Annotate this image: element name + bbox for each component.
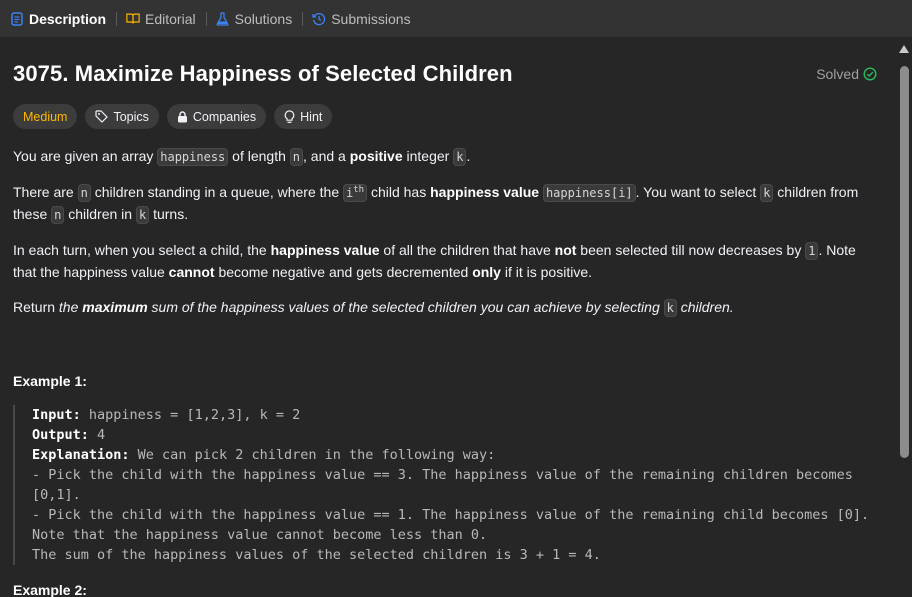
topics-button[interactable]: Topics [85, 104, 159, 129]
text: In each turn, when you select a child, t… [13, 242, 271, 258]
input-value: happiness = [1,2,3], k = 2 [80, 407, 301, 423]
italic-text: the [58, 299, 83, 315]
text: integer [402, 148, 454, 164]
text: of all the children that have [379, 242, 555, 258]
description-icon [10, 11, 24, 26]
text: of length [228, 148, 290, 164]
text: There are [13, 184, 78, 200]
example-2-title: Example 2: [13, 582, 87, 597]
title-row: 3075. Maximize Happiness of Selected Chi… [13, 61, 883, 87]
input-label: Input: [32, 407, 81, 423]
lightbulb-icon [284, 109, 295, 124]
lock-icon [177, 110, 188, 123]
text: Return [13, 299, 59, 315]
tab-divider [205, 11, 207, 26]
history-icon [312, 12, 326, 26]
problem-title[interactable]: 3075. Maximize Happiness of Selected Chi… [13, 61, 513, 87]
paragraph-3: In each turn, when you select a child, t… [13, 240, 883, 283]
check-circle-icon [863, 67, 877, 81]
inline-code: n [77, 184, 91, 202]
solved-status: Solved [816, 66, 877, 82]
scroll-up-arrow-icon[interactable] [899, 45, 909, 53]
example-1-title: Example 1: [13, 373, 87, 389]
example-explanation: Explanation: We can pick 2 children in t… [32, 445, 883, 465]
tab-editorial[interactable]: Editorial [126, 0, 196, 37]
italic-text: sum of the happiness values of the selec… [147, 299, 664, 315]
inline-code: happiness[i] [542, 184, 636, 202]
tag-icon [95, 110, 109, 123]
book-icon [126, 12, 140, 26]
tab-description-label: Description [29, 10, 107, 27]
explanation-label: Explanation: [32, 447, 130, 463]
inline-code: n [51, 206, 65, 224]
difficulty-badge: Medium [13, 104, 78, 129]
bold-text: cannot [168, 264, 215, 280]
text: if it is positive. [500, 264, 592, 280]
tab-description[interactable]: Description [10, 0, 106, 37]
tag-chips: Medium Topics Companies Hint [13, 104, 883, 129]
tab-submissions[interactable]: Submissions [312, 0, 411, 37]
tab-solutions[interactable]: Solutions [216, 0, 293, 37]
problem-statement: You are given an array happiness of leng… [13, 146, 883, 319]
text: , and a [303, 148, 350, 164]
text: turns. [149, 206, 189, 222]
text: You are given an array [13, 148, 158, 164]
inline-code: happiness [157, 148, 229, 166]
bold-text: only [472, 264, 501, 280]
tab-divider [116, 11, 118, 26]
text: been selected till now decreases by [576, 242, 806, 258]
solved-label: Solved [816, 66, 859, 82]
text: . You want to select [635, 184, 761, 200]
companies-label: Companies [192, 109, 257, 124]
bold-italic-text: maximum [82, 299, 148, 315]
text: child has [367, 184, 431, 200]
superscript: th [353, 185, 365, 195]
problem-description-panel: 3075. Maximize Happiness of Selected Chi… [0, 37, 896, 597]
explanation-line: - Pick the child with the happiness valu… [32, 507, 870, 543]
inline-code: k [453, 148, 467, 166]
inline-code: n [289, 148, 304, 166]
paragraph-1: You are given an array happiness of leng… [13, 146, 883, 168]
scrollbar-thumb[interactable] [900, 66, 909, 458]
example-input: Input: happiness = [1,2,3], k = 2 [32, 405, 883, 425]
bold-text: happiness value [270, 242, 380, 258]
output-label: Output: [32, 427, 89, 443]
explanation-line: The sum of the happiness values of the s… [32, 547, 601, 563]
output-value: 4 [88, 427, 106, 443]
tab-submissions-label: Submissions [331, 10, 411, 27]
tab-divider [302, 11, 304, 26]
hint-label: Hint [300, 109, 323, 124]
inline-code: k [135, 206, 150, 224]
bold-text: not [554, 242, 577, 258]
flask-icon [216, 11, 230, 26]
explanation-value: We can pick 2 children in the following … [129, 447, 496, 463]
example-1-block: Input: happiness = [1,2,3], k = 2 Output… [13, 405, 883, 565]
text: become negative and gets decremented [214, 264, 473, 280]
tab-bar: Description Editorial Solutions Submissi… [0, 0, 912, 37]
bold-text: happiness value [430, 184, 540, 200]
explanation-line: - Pick the child with the happiness valu… [32, 467, 853, 503]
topics-label: Topics [113, 109, 149, 124]
paragraph-2: There are n children standing in a queue… [13, 182, 883, 226]
paragraph-4: Return the maximum sum of the happiness … [13, 297, 883, 319]
inline-code: 1 [805, 242, 819, 260]
companies-button[interactable]: Companies [166, 104, 267, 129]
text: . [466, 148, 471, 164]
hint-button[interactable]: Hint [274, 104, 333, 129]
tab-editorial-label: Editorial [145, 10, 196, 27]
inline-code: ith [343, 184, 368, 202]
bold-text: positive [349, 148, 403, 164]
italic-text: children. [676, 299, 734, 315]
inline-code: k [663, 299, 677, 317]
tab-solutions-label: Solutions [234, 10, 293, 27]
example-output: Output: 4 [32, 425, 883, 445]
inline-code: k [760, 184, 774, 202]
text: children in [64, 206, 136, 222]
text: children standing in a queue, where the [90, 184, 343, 200]
